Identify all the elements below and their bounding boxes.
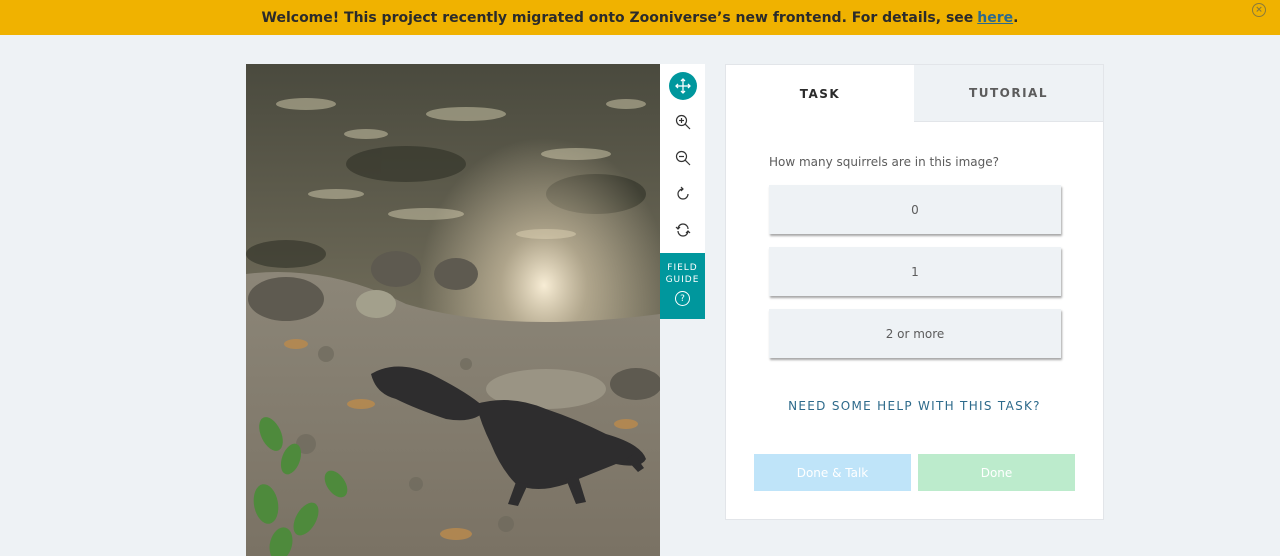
move-icon <box>668 72 697 100</box>
close-symbol: × <box>1255 4 1263 15</box>
rotate-icon <box>676 186 689 200</box>
squirrel-photo <box>246 64 660 556</box>
move-button[interactable] <box>660 68 705 104</box>
image-toolbar: FIELD GUIDE ? <box>660 64 705 319</box>
tab-task[interactable]: TASK <box>726 65 914 122</box>
field-guide-label-1: FIELD <box>667 263 698 273</box>
zoom-in-button[interactable] <box>660 104 705 140</box>
done-button[interactable]: Done <box>918 454 1075 491</box>
answer-2-or-more-button[interactable]: 2 or more <box>769 309 1061 358</box>
subject-image[interactable] <box>246 64 660 556</box>
close-icon[interactable]: × <box>1252 3 1266 17</box>
field-guide-label-2: GUIDE <box>665 275 700 285</box>
answer-1-button[interactable]: 1 <box>769 247 1061 296</box>
field-guide-button[interactable]: FIELD GUIDE ? <box>660 253 705 319</box>
done-and-talk-button[interactable]: Done & Talk <box>754 454 911 491</box>
tab-tutorial[interactable]: TUTORIAL <box>914 65 1103 122</box>
task-help-link[interactable]: NEED SOME HELP WITH THIS TASK? <box>726 399 1103 413</box>
zoom-out-button[interactable] <box>660 140 705 176</box>
banner-suffix: . <box>1013 9 1019 26</box>
help-icon: ? <box>675 291 690 306</box>
announcement-banner: Welcome! This project recently migrated … <box>0 0 1280 35</box>
banner-link[interactable]: here <box>977 10 1013 26</box>
task-panel: TASK TUTORIAL How many squirrels are in … <box>725 64 1104 520</box>
panel-tabs: TASK TUTORIAL <box>726 65 1103 122</box>
rotate-button[interactable] <box>660 176 705 212</box>
banner-message: Welcome! This project recently migrated … <box>261 9 974 26</box>
reset-button[interactable] <box>660 212 705 248</box>
reset-icon <box>675 223 690 237</box>
zoom-out-icon <box>675 150 690 166</box>
answer-0-button[interactable]: 0 <box>769 185 1061 234</box>
task-question: How many squirrels are in this image? <box>769 155 999 169</box>
zoom-in-icon <box>675 114 690 130</box>
